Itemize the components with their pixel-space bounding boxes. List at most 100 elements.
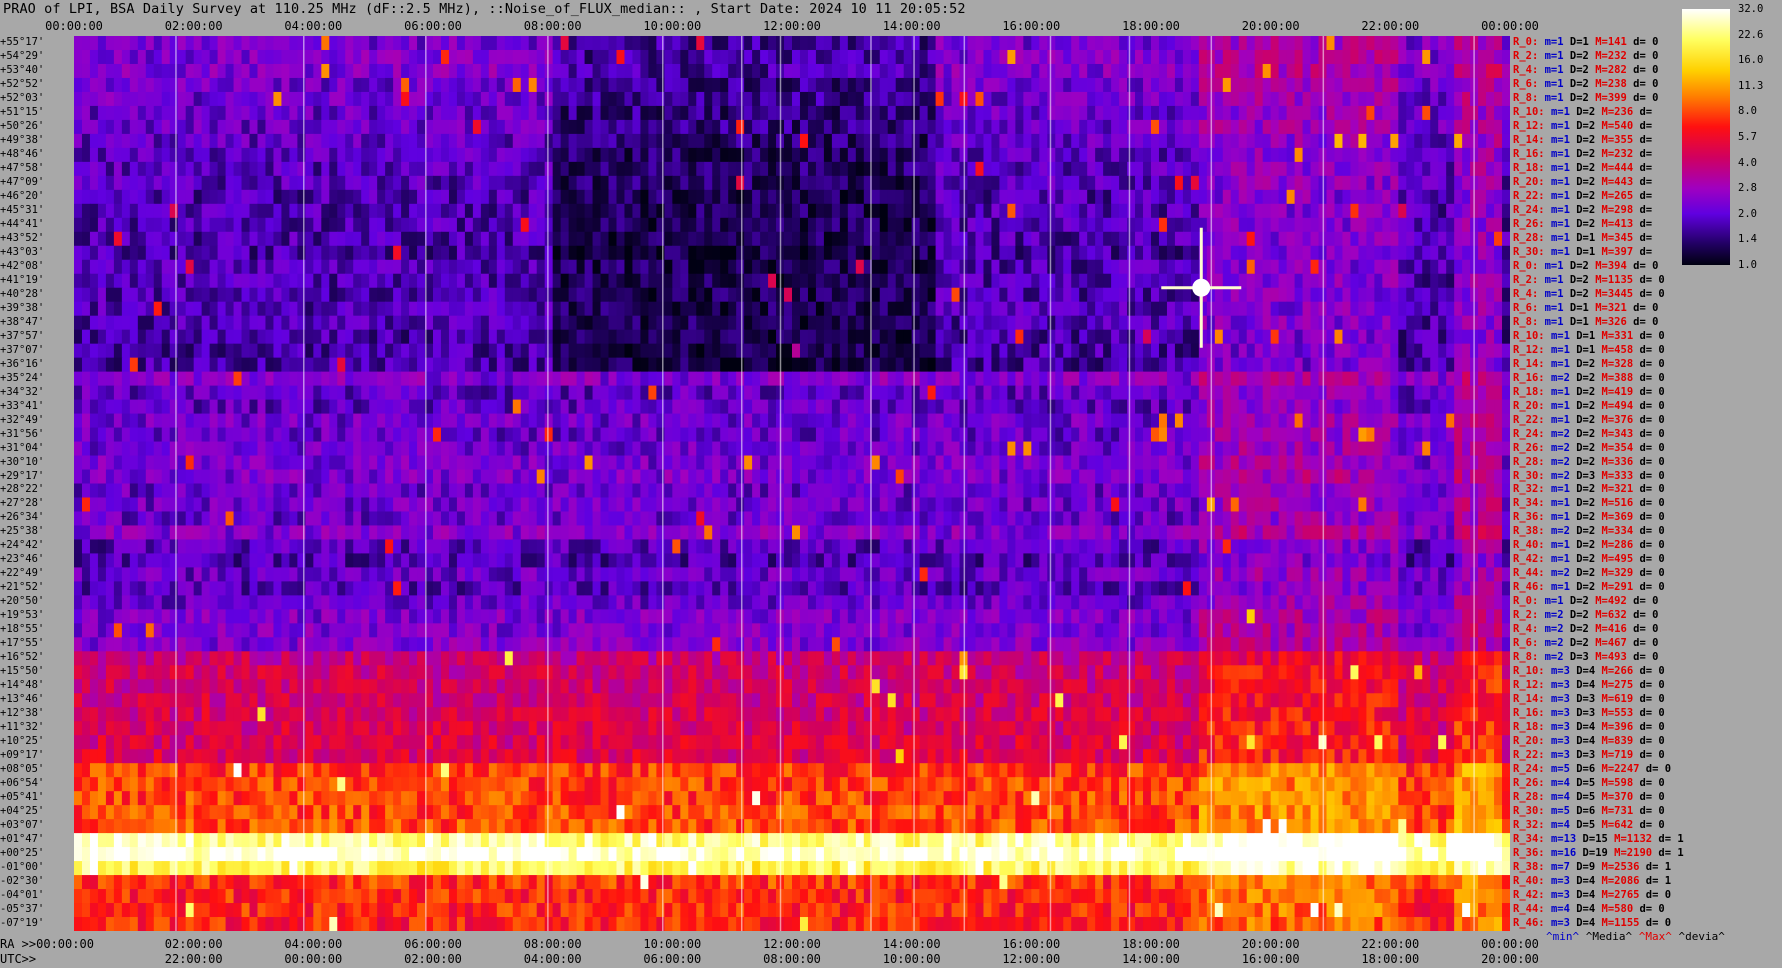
heatmap-cell xyxy=(696,259,705,275)
heatmap-cell xyxy=(385,273,394,289)
heatmap-cell xyxy=(1398,385,1407,401)
heatmap-cell xyxy=(1166,119,1176,135)
heatmap-cell xyxy=(1350,77,1360,93)
heatmap-cell xyxy=(121,413,131,429)
heatmap-cell xyxy=(991,245,1001,261)
heatmap-cell xyxy=(911,287,921,303)
heatmap-cell xyxy=(193,189,203,205)
heatmap-cell xyxy=(1334,315,1344,331)
heatmap-cell xyxy=(1262,189,1272,205)
heatmap-cell xyxy=(1166,203,1176,219)
heatmap-cell xyxy=(1366,161,1375,177)
heatmap-cell xyxy=(74,399,83,415)
heatmap-cell xyxy=(1079,385,1088,401)
heatmap-cell xyxy=(999,343,1008,359)
heatmap-cell xyxy=(1494,91,1503,107)
heatmap-cell xyxy=(1326,161,1336,177)
heatmap-cell xyxy=(1286,203,1296,219)
heatmap-cell xyxy=(353,49,362,65)
heatmap-cell xyxy=(393,161,402,177)
heatmap-cell xyxy=(871,77,881,93)
heatmap-cell xyxy=(217,329,227,345)
heatmap-cell xyxy=(967,371,977,387)
heatmap-cell xyxy=(1087,133,1096,149)
declination-label: +50°26' xyxy=(0,119,45,132)
heatmap-cell xyxy=(193,217,203,233)
heatmap-cell xyxy=(1151,217,1160,233)
heatmap-cell xyxy=(600,245,610,261)
heatmap-cell xyxy=(353,217,362,233)
declination-label: +15°50' xyxy=(0,665,45,678)
heatmap-cell xyxy=(1079,133,1088,149)
heatmap-cell xyxy=(1015,105,1024,121)
heatmap-cell xyxy=(1486,273,1495,289)
heatmap-cell xyxy=(1478,329,1487,345)
heatmap-cell xyxy=(648,287,657,303)
heatmap-cell xyxy=(1478,63,1487,79)
heatmap-cell xyxy=(89,133,99,149)
heatmap-cell xyxy=(935,371,945,387)
heatmap-cell xyxy=(1382,36,1391,51)
heatmap-cell xyxy=(129,133,139,149)
heatmap-cell xyxy=(337,77,346,93)
heatmap-cell xyxy=(113,385,123,401)
heatmap-cell xyxy=(1063,217,1072,233)
heatmap-cell xyxy=(520,217,530,233)
heatmap-cell xyxy=(409,315,418,331)
heatmap-cell xyxy=(744,133,753,149)
heatmap-cell xyxy=(209,63,219,79)
heatmap-cell xyxy=(1438,231,1447,247)
heatmap-cell xyxy=(1246,273,1256,289)
heatmap-cell xyxy=(528,287,538,303)
heatmap-cell xyxy=(1111,49,1120,65)
heatmap-cell xyxy=(393,413,402,429)
heatmap-cell xyxy=(113,259,123,275)
heatmap-cell xyxy=(137,287,147,303)
heatmap-cell xyxy=(1382,371,1391,387)
heatmap-cell xyxy=(807,189,817,205)
heatmap-cell xyxy=(241,147,251,163)
heatmap-cell xyxy=(823,36,833,51)
heatmap-cell xyxy=(1342,36,1352,51)
heatmap-cell xyxy=(1007,245,1016,261)
heatmap-cell xyxy=(1190,217,1200,233)
heatmap-cell xyxy=(1254,273,1264,289)
heatmap-cell xyxy=(337,231,346,247)
heatmap-cell xyxy=(409,91,418,107)
heatmap-cell xyxy=(74,105,83,121)
heatmap-cell xyxy=(935,301,945,317)
heatmap-cell xyxy=(1222,301,1232,317)
heatmap-cell xyxy=(265,343,275,359)
heatmap-cell xyxy=(815,231,825,247)
heatmap-cell xyxy=(768,385,777,401)
heatmap-cell xyxy=(456,161,466,177)
heatmap-cell xyxy=(257,133,267,149)
heatmap-cell xyxy=(1071,133,1080,149)
heatmap-cell xyxy=(847,147,857,163)
heatmap-cell xyxy=(409,385,418,401)
heatmap-cell xyxy=(1390,259,1399,275)
heatmap-cell xyxy=(488,315,498,331)
heatmap-cell xyxy=(409,287,418,303)
heatmap-cell xyxy=(1278,91,1288,107)
heatmap-cell xyxy=(1039,63,1048,79)
heatmap-cell xyxy=(257,63,267,79)
heatmap-cell xyxy=(720,315,729,331)
heatmap-cell xyxy=(919,315,929,331)
heatmap-cell xyxy=(1462,133,1471,149)
heatmap-cell xyxy=(233,413,243,429)
heatmap-cell xyxy=(369,301,378,317)
heatmap-cell xyxy=(1390,147,1399,163)
heatmap-cell xyxy=(233,175,243,191)
heatmap-cell xyxy=(1135,91,1144,107)
heatmap-cell xyxy=(887,217,897,233)
heatmap-cell xyxy=(847,287,857,303)
heatmap-cell xyxy=(81,49,91,65)
heatmap-cell xyxy=(744,105,753,121)
heatmap-cell xyxy=(887,343,897,359)
heatmap-cell xyxy=(345,399,354,415)
heatmap-cell xyxy=(1143,371,1152,387)
heatmap-cell xyxy=(1151,287,1160,303)
heatmap-cell xyxy=(672,273,681,289)
heatmap-cell xyxy=(520,259,530,275)
